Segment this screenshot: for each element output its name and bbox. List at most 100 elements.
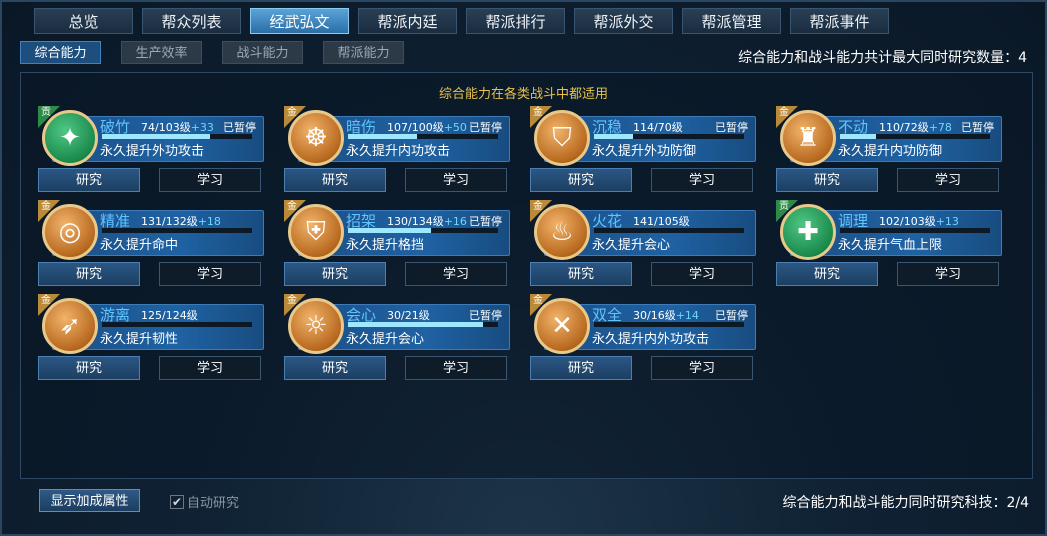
subtab-guild[interactable]: 帮派能力 [323, 41, 404, 64]
skill-card: ☼ 金会心 30/21级 已暂停 永久提升会心 研究 学习 [284, 294, 510, 380]
progress-fill [348, 322, 483, 327]
show-bonus-attributes-button[interactable]: 显示加成属性 [39, 489, 140, 512]
skill-level: 114/70级 [633, 121, 683, 134]
learn-button[interactable]: 学习 [651, 356, 753, 380]
meditating-figure-icon: ☸ [288, 110, 344, 166]
skill-status: 已暂停 [469, 121, 502, 134]
learn-button[interactable]: 学习 [651, 262, 753, 286]
skill-card: ➶ 金游离 125/124级 永久提升韧性 研究 学习 [38, 294, 264, 380]
skill-status: 已暂停 [715, 121, 748, 134]
tab-events[interactable]: 帮派事件 [790, 8, 889, 34]
subtab-combat[interactable]: 战斗能力 [222, 41, 303, 64]
skill-description: 永久提升气血上限 [838, 238, 943, 253]
progress-fill [102, 134, 210, 139]
research-button[interactable]: 研究 [38, 168, 140, 192]
research-progress-bar [102, 228, 252, 233]
skill-bonus: +18 [197, 215, 221, 228]
blocking-shield-icon: ⛨ [288, 204, 344, 260]
research-button[interactable]: 研究 [530, 356, 632, 380]
skill-bonus: +33 [190, 121, 214, 134]
skill-level: 131/132级+18 [141, 215, 221, 228]
tab-overview[interactable]: 总览 [34, 8, 133, 34]
skill-level: 107/100级+50 [387, 121, 467, 134]
learn-button[interactable]: 学习 [159, 168, 261, 192]
skill-level: 110/72级+78 [879, 121, 952, 134]
concurrent-research-note: 综合能力和战斗能力同时研究科技：2/4 [782, 495, 1029, 511]
tab-martial-research[interactable]: 经武弘文 [250, 8, 349, 34]
auto-research-toggle[interactable]: ✔ 自动研究 [170, 492, 239, 511]
glowing-figure-icon: ☼ [288, 298, 344, 354]
subtab-production[interactable]: 生产效率 [121, 41, 202, 64]
skill-status: 已暂停 [469, 215, 502, 228]
subtab-general[interactable]: 综合能力 [20, 41, 101, 64]
research-progress-bar [348, 322, 498, 327]
progress-fill [594, 134, 633, 139]
skill-level: 141/105级 [633, 215, 690, 228]
skill-level: 102/103级+13 [879, 215, 959, 228]
research-progress-bar [840, 134, 990, 139]
skill-card: ✚ 贡调理 102/103级+13 永久提升气血上限 研究 学习 [776, 200, 1002, 286]
target-icon: ◎ [42, 204, 98, 260]
skill-bonus: +16 [443, 215, 467, 228]
dodging-blade-icon: ➶ [42, 298, 98, 354]
skill-bonus: +14 [675, 309, 699, 322]
research-button[interactable]: 研究 [284, 356, 386, 380]
skill-card: ◎ 金精准 131/132级+18 永久提升命中 研究 学习 [38, 200, 264, 286]
research-button[interactable]: 研究 [284, 168, 386, 192]
skill-status: 已暂停 [469, 309, 502, 322]
research-button[interactable]: 研究 [530, 168, 632, 192]
skill-level: 30/21级 [387, 309, 430, 322]
skill-status: 已暂停 [715, 309, 748, 322]
learn-button[interactable]: 学习 [897, 168, 999, 192]
research-button[interactable]: 研究 [284, 262, 386, 286]
research-button[interactable]: 研究 [38, 262, 140, 286]
skill-description: 永久提升命中 [100, 238, 179, 253]
progress-fill [840, 134, 876, 139]
skill-card: ⛨ 金招架 130/134级+16 已暂停 永久提升格挡 研究 学习 [284, 200, 510, 286]
research-button[interactable]: 研究 [776, 168, 878, 192]
tab-ranking[interactable]: 帮派排行 [466, 8, 565, 34]
progress-fill [348, 228, 431, 233]
tab-inner-court[interactable]: 帮派内廷 [358, 8, 457, 34]
tab-management[interactable]: 帮派管理 [682, 8, 781, 34]
guild-window: 总览 帮众列表 经武弘文 帮派内廷 帮派排行 帮派外交 帮派管理 帮派事件 综合… [0, 0, 1047, 536]
learn-button[interactable]: 学习 [651, 168, 753, 192]
learn-button[interactable]: 学习 [405, 356, 507, 380]
tab-diplomacy[interactable]: 帮派外交 [574, 8, 673, 34]
tab-member-list[interactable]: 帮众列表 [142, 8, 241, 34]
skill-card: ♜ 金不动 110/72级+78 已暂停 永久提升内功防御 研究 学习 [776, 106, 1002, 192]
skill-card: ✕ 金双全 30/16级+14 已暂停 永久提升内外功攻击 研究 学习 [530, 294, 756, 380]
learn-button[interactable]: 学习 [159, 262, 261, 286]
skill-card: ♨ 金火花 141/105级 永久提升会心 研究 学习 [530, 200, 756, 286]
skill-description: 永久提升会心 [346, 332, 425, 347]
research-button[interactable]: 研究 [530, 262, 632, 286]
shield-arrow-icon: ⛉ [534, 110, 590, 166]
skill-description: 永久提升内外功攻击 [592, 332, 710, 347]
research-progress-bar [840, 228, 990, 233]
research-button[interactable]: 研究 [38, 356, 140, 380]
skill-status: 已暂停 [961, 121, 994, 134]
skill-level: 125/124级 [141, 309, 198, 322]
skill-level: 30/16级+14 [633, 309, 699, 322]
flame-sword-icon: ♨ [534, 204, 590, 260]
crossed-swords-icon: ✦ [42, 110, 98, 166]
max-research-note: 综合能力和战斗能力共计最大同时研究数量：4 [738, 50, 1027, 66]
skill-bonus: +13 [935, 215, 959, 228]
learn-button[interactable]: 学习 [405, 262, 507, 286]
panel-description: 综合能力在各类战斗中都适用 [438, 87, 608, 102]
skill-bonus: +78 [928, 121, 952, 134]
top-tab-bar: 总览 帮众列表 经武弘文 帮派内廷 帮派排行 帮派外交 帮派管理 帮派事件 [34, 8, 889, 34]
skill-card: ✦ 贡破竹 74/103级+33 已暂停 永久提升外功攻击 研究 学习 [38, 106, 264, 192]
skill-bonus: +50 [443, 121, 467, 134]
learn-button[interactable]: 学习 [159, 356, 261, 380]
research-button[interactable]: 研究 [776, 262, 878, 286]
skill-description: 永久提升内功攻击 [346, 144, 451, 159]
skill-description: 永久提升格挡 [346, 238, 425, 253]
armor-figure-icon: ♜ [780, 110, 836, 166]
research-progress-bar [348, 134, 498, 139]
skill-description: 永久提升会心 [592, 238, 671, 253]
learn-button[interactable]: 学习 [897, 262, 999, 286]
learn-button[interactable]: 学习 [405, 168, 507, 192]
checkbox-icon[interactable]: ✔ [170, 494, 184, 509]
research-progress-bar [594, 134, 744, 139]
